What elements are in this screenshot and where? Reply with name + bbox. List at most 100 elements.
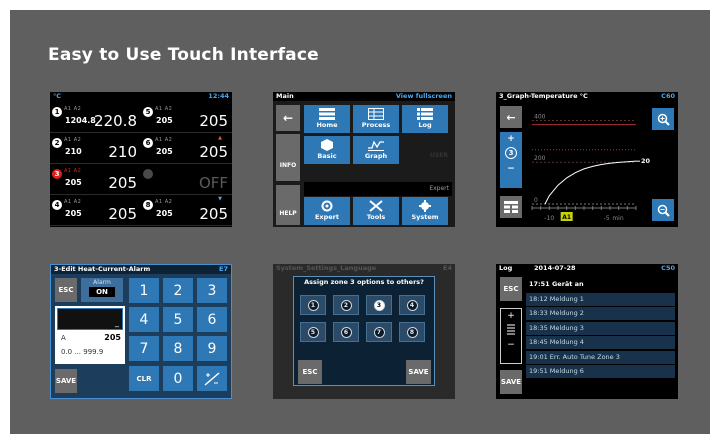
zone-tile[interactable]: 8 A1 A2 205 205 ▼ (141, 195, 232, 226)
log-scroller[interactable]: + − (500, 308, 522, 364)
zone-selector[interactable]: + 3 − (500, 132, 522, 188)
range-label: 0.0 ... 999.9 (61, 348, 104, 356)
zone-minus-button[interactable]: − (500, 164, 522, 174)
log-screen: Log 2014-07-28 C50 ESC + − SAVE 17:51 Ge… (496, 264, 678, 399)
graph-code: C60 (661, 92, 675, 100)
menu-tile-label: Process (361, 121, 391, 129)
log-entry[interactable]: 17:51 Gerät an (526, 278, 675, 291)
log-entry[interactable]: 19:01 Err. Auto Tune Zone 3 (526, 350, 675, 364)
value-panel: _ A 205 0.0 ... 999.9 (55, 306, 125, 364)
zone-tile[interactable]: 5 A1 A2 205 205 (141, 102, 232, 133)
zone-tile[interactable]: 4 A1 A2 205 205 (50, 195, 141, 226)
view-fullscreen-link[interactable]: View fullscreen (396, 92, 452, 101)
keypad-5[interactable]: 5 (163, 307, 193, 332)
zone-option-1[interactable]: 1 (300, 295, 326, 315)
grid-view-button[interactable] (500, 196, 522, 218)
assign-zone-screen: System_Settings_Language E4 Assign zone … (273, 264, 455, 399)
keypad-3[interactable]: 3 (197, 278, 227, 303)
zone-actual-value: 205 (199, 143, 228, 161)
clear-button[interactable]: CLR (129, 366, 159, 391)
zone-setpoint: 205 (156, 209, 173, 218)
menu-tile-home[interactable]: Home (304, 105, 350, 133)
zoom-out-button[interactable] (652, 199, 674, 221)
log-scroll-down[interactable]: − (501, 340, 521, 350)
zone-tile[interactable]: 6 A1 A2 205 205 ▲ (141, 133, 232, 164)
assign-esc-button[interactable]: ESC (298, 360, 322, 384)
zone-setpoint: 205 (156, 116, 173, 125)
keypad-1[interactable]: 1 (129, 278, 159, 303)
zone-actual-value: 205 (108, 174, 137, 192)
menu-tile-label: Home (316, 121, 338, 129)
keypad-9[interactable]: 9 (197, 336, 227, 361)
assign-bg-title: System_Settings_Language (276, 264, 377, 272)
zone-tile[interactable]: 2 A1 A2 210 210 (50, 133, 141, 164)
graph-title: 3_Graph-Temperature °C (499, 92, 588, 100)
menu-tile-log[interactable]: Log (402, 105, 448, 133)
zone-number-badge: 2 (52, 138, 62, 148)
zone-option-3[interactable]: 3 (366, 295, 392, 315)
keypad-4[interactable]: 4 (129, 307, 159, 332)
x-tick-label: -5 (604, 215, 610, 222)
keypad-7[interactable]: 7 (129, 336, 159, 361)
log-entry[interactable]: 18:35 Meldung 3 (526, 321, 675, 335)
log-entry[interactable]: 18:33 Meldung 2 (526, 307, 675, 320)
log-entry[interactable]: 18:45 Meldung 4 (526, 336, 675, 349)
menu-tile-expert[interactable]: Expert (304, 197, 350, 225)
keypad-0[interactable]: 0 (163, 366, 193, 391)
zoom-out-icon (657, 204, 670, 217)
menu-tile-label: System (411, 213, 439, 221)
info-button[interactable]: INFO (276, 134, 300, 181)
log-entry[interactable]: 19:51 Meldung 6 (526, 365, 675, 378)
temperature-chart: 400 200 0 205 -10 -5min A1 (531, 113, 650, 222)
keypad-2[interactable]: 2 (163, 278, 193, 303)
trend-up-icon: ▲ (218, 135, 222, 141)
value-input[interactable]: _ (57, 308, 123, 330)
zone-option-number: 8 (406, 326, 418, 338)
input-cursor: _ (115, 318, 119, 327)
headline: Easy to Use Touch Interface (48, 45, 319, 65)
graph-back-button[interactable]: ← (500, 106, 522, 128)
zone-option-2[interactable]: 2 (333, 295, 359, 315)
log-esc-button[interactable]: ESC (500, 277, 522, 301)
main-menu-header: Main View fullscreen (273, 92, 455, 101)
keypad-6[interactable]: 6 (197, 307, 227, 332)
esc-button[interactable]: ESC (55, 278, 77, 302)
assign-question: Assign zone 3 options to others? (304, 278, 424, 286)
zone-option-7[interactable]: 7 (366, 322, 392, 342)
keypad-8[interactable]: 8 (163, 336, 193, 361)
zone-number-badge (143, 169, 153, 179)
save-button[interactable]: SAVE (55, 369, 77, 393)
alarm-toggle[interactable]: Alarm ON (81, 278, 123, 302)
back-arrow-icon: ← (506, 110, 516, 124)
y-tick-label: 400 (534, 113, 546, 120)
log-scroll-up[interactable]: + (501, 311, 521, 321)
zone-option-4[interactable]: 4 (399, 295, 425, 315)
zone-plus-button[interactable]: + (500, 134, 522, 144)
help-button[interactable]: HELP (276, 185, 300, 225)
zone-option-5[interactable]: 5 (300, 322, 326, 342)
menu-tile-basic[interactable]: Basic (304, 136, 350, 164)
main-menu-screen: Main View fullscreen ← INFO HELP USER Ex… (273, 92, 455, 227)
zone-option-8[interactable]: 8 (399, 322, 425, 342)
log-entry[interactable]: 18:12 Meldung 1 (526, 292, 675, 306)
zone-actual-value: 205 (108, 205, 137, 223)
zone-actual-value: 220.8 (94, 112, 137, 130)
assign-save-button[interactable]: SAVE (406, 360, 431, 384)
back-button[interactable]: ← (276, 105, 300, 131)
zone-tile[interactable]: OFF (141, 164, 232, 195)
graph-icon (368, 140, 384, 151)
sign-toggle-button[interactable] (197, 366, 227, 391)
menu-tile-graph[interactable]: Graph (353, 136, 399, 164)
overview-header: °C 12:44 (50, 92, 232, 101)
unit-label: A (61, 334, 66, 342)
edit-header: 3-Edit Heat-Current-Alarm E7 (51, 265, 231, 274)
zone-option-6[interactable]: 6 (333, 322, 359, 342)
log-save-button[interactable]: SAVE (500, 370, 522, 394)
zone-alarm-tags: A1 A2 (155, 199, 173, 205)
zoom-in-button[interactable] (652, 108, 674, 130)
menu-tile-process[interactable]: Process (353, 105, 399, 133)
zone-tile[interactable]: 1 A1 A2 1204.8 220.8 (50, 102, 141, 133)
menu-tile-tools[interactable]: Tools (353, 197, 399, 225)
zone-tile[interactable]: 3 A1 A2 205 205 (50, 164, 141, 195)
menu-tile-system[interactable]: System (402, 197, 448, 225)
